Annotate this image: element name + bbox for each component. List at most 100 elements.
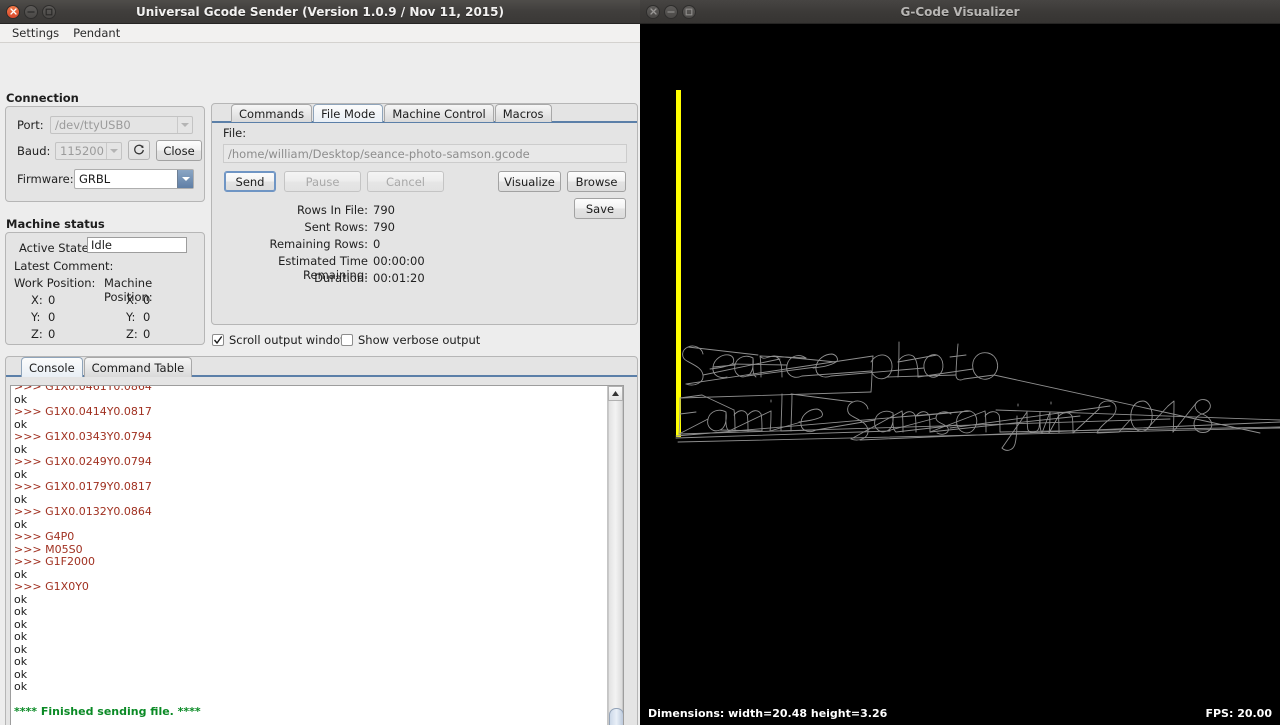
console-panel: >>> G1X0.0461Y0.0864 ok >>> G1X0.0414Y0.08… — [5, 356, 638, 725]
tab-command-table[interactable]: Command Table — [84, 357, 193, 377]
send-button-label: Send — [236, 175, 265, 189]
ugs-body: Connection Port: /dev/ttyUSB0 Baud: 1152… — [0, 43, 640, 725]
console-output-area[interactable]: >>> G1X0.0461Y0.0864 ok >>> G1X0.0414Y0.08… — [10, 385, 624, 725]
minimize-icon[interactable] — [664, 5, 678, 19]
work-z-value: 0 — [48, 327, 55, 341]
machine-x-label: X: — [126, 293, 138, 307]
work-y-label: Y: — [31, 310, 40, 324]
console-line: >>> G1X0Y0 — [14, 581, 605, 594]
visualize-button[interactable]: Visualize — [498, 171, 561, 192]
minimize-icon[interactable] — [24, 5, 38, 19]
visualize-button-label: Visualize — [504, 175, 555, 189]
stat-label-remaining-rows: Remaining Rows: — [212, 237, 368, 251]
console-line: **** Finished sending file. **** — [14, 706, 605, 719]
file-mode-panel: File: /home/william/Desktop/seance-photo… — [211, 103, 638, 325]
console-line: >>> G1X0.0179Y0.0817 — [14, 481, 605, 494]
tab-machine-control[interactable]: Machine Control — [384, 104, 493, 122]
chevron-down-icon[interactable] — [177, 117, 192, 133]
menu-pendant[interactable]: Pendant — [67, 25, 126, 41]
console-line: ok — [14, 681, 605, 694]
visualizer-window-controls — [646, 5, 696, 19]
console-tabstrip: Console Command Table — [5, 356, 638, 377]
main-tabstrip: Commands File Mode Machine Control Macro… — [211, 103, 638, 122]
connection-panel: Port: /dev/ttyUSB0 Baud: 115200 — [5, 106, 205, 202]
console-line: ok — [14, 669, 605, 682]
stat-value-sent-rows: 790 — [373, 220, 395, 234]
file-path-value: /home/william/Desktop/seance-photo-samso… — [228, 147, 530, 161]
tab-macros[interactable]: Macros — [495, 104, 552, 122]
stat-value-estimated-time-remaining: 00:00:00 — [373, 254, 425, 268]
console-scroll-track[interactable] — [608, 401, 623, 725]
send-button[interactable]: Send — [224, 171, 276, 192]
stat-label-duration: Duration: — [212, 271, 368, 285]
refresh-icon[interactable] — [128, 140, 150, 160]
close-connection-label: Close — [163, 144, 194, 158]
tab-file-mode-label: File Mode — [321, 107, 375, 121]
tab-commands-label: Commands — [239, 107, 304, 121]
ugs-titlebar: Universal Gcode Sender (Version 1.0.9 / … — [0, 0, 640, 24]
visualizer-window-title: G-Code Visualizer — [640, 5, 1280, 19]
close-icon[interactable] — [646, 5, 660, 19]
tab-macros-label: Macros — [503, 107, 544, 121]
visualizer-canvas[interactable] — [640, 24, 1280, 702]
console-line: >>> G1X0.0414Y0.0817 — [14, 406, 605, 419]
console-line: ok — [14, 619, 605, 632]
work-y-value: 0 — [48, 310, 55, 324]
work-position-label: Work Position: — [14, 276, 95, 290]
firmware-combo[interactable]: GRBL — [74, 169, 194, 189]
console-line: >>> G1X0.0461Y0.0864 — [14, 385, 605, 394]
verbose-output-label: Show verbose output — [358, 333, 480, 347]
browse-button-label: Browse — [576, 175, 618, 189]
file-path-field[interactable]: /home/william/Desktop/seance-photo-samso… — [223, 144, 627, 163]
scroll-output-checkbox-row[interactable]: Scroll output window — [212, 333, 349, 347]
stat-value-remaining-rows: 0 — [373, 237, 380, 251]
dimensions-label: Dimensions: width=20.48 height=3.26 — [648, 707, 887, 720]
tab-file-mode[interactable]: File Mode — [313, 104, 383, 122]
machine-z-value: 0 — [143, 327, 150, 341]
save-button[interactable]: Save — [574, 198, 626, 219]
maximize-icon[interactable] — [42, 5, 56, 19]
console-scroll-thumb[interactable] — [609, 708, 624, 725]
visualizer-titlebar: G-Code Visualizer — [640, 0, 1280, 24]
console-line: ok — [14, 631, 605, 644]
connection-section-title: Connection — [6, 91, 79, 105]
console-scrollbar[interactable] — [607, 386, 623, 725]
chevron-down-icon[interactable] — [106, 143, 121, 159]
visualizer-statusbar: Dimensions: width=20.48 height=3.26 FPS:… — [640, 702, 1280, 725]
scroll-up-icon[interactable] — [608, 386, 623, 401]
work-x-label: X: — [31, 293, 43, 307]
console-line: >>> G1X0.0249Y0.0794 — [14, 456, 605, 469]
tab-commands[interactable]: Commands — [231, 104, 312, 122]
machine-status-panel: Active State: Idle Latest Comment: Work … — [5, 232, 205, 345]
active-state-value: Idle — [91, 238, 112, 252]
baud-label: Baud: — [17, 144, 50, 158]
scroll-output-checkbox[interactable] — [212, 334, 224, 346]
maximize-icon[interactable] — [682, 5, 696, 19]
visualizer-window: G-Code Visualizer — [640, 0, 1280, 725]
close-connection-button[interactable]: Close — [156, 140, 202, 161]
console-line: ok — [14, 569, 605, 582]
chevron-down-icon[interactable] — [177, 170, 193, 188]
port-value: /dev/ttyUSB0 — [51, 118, 177, 132]
tab-command-table-label: Command Table — [92, 361, 185, 375]
machine-status-section-title: Machine status — [6, 217, 105, 231]
machine-z-label: Z: — [126, 327, 138, 341]
menu-settings[interactable]: Settings — [6, 25, 65, 41]
console-line: ok — [14, 594, 605, 607]
baud-combo[interactable]: 115200 — [55, 142, 122, 160]
tab-console[interactable]: Console — [21, 357, 83, 377]
port-label: Port: — [17, 118, 44, 132]
scroll-output-label: Scroll output window — [229, 333, 349, 347]
firmware-value: GRBL — [75, 172, 177, 186]
active-state-field: Idle — [87, 237, 187, 253]
stat-label-sent-rows: Sent Rows: — [212, 220, 368, 234]
machine-y-value: 0 — [143, 310, 150, 324]
port-combo[interactable]: /dev/ttyUSB0 — [50, 116, 193, 134]
verbose-output-checkbox-row[interactable]: Show verbose output — [341, 333, 480, 347]
console-line: ok — [14, 656, 605, 669]
pause-button: Pause — [284, 171, 361, 192]
browse-button[interactable]: Browse — [567, 171, 626, 192]
close-icon[interactable] — [6, 5, 20, 19]
latest-comment-label: Latest Comment: — [14, 259, 113, 273]
verbose-output-checkbox[interactable] — [341, 334, 353, 346]
